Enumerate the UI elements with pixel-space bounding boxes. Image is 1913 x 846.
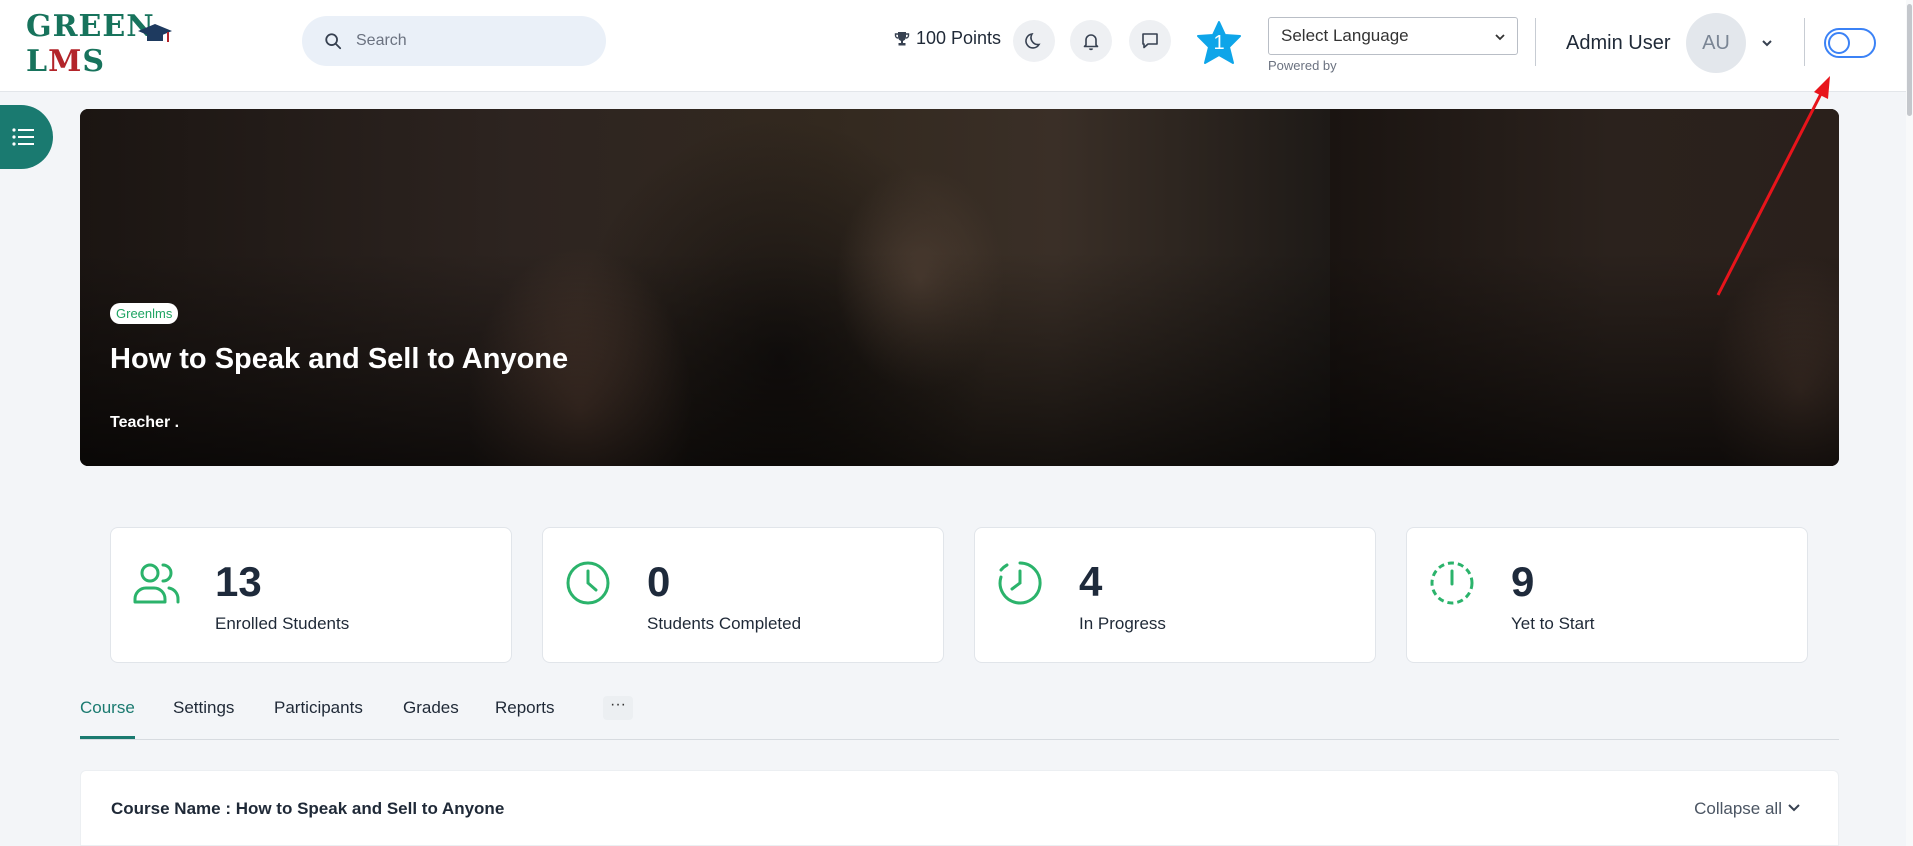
- graduation-cap-icon: [138, 24, 172, 42]
- tab-course[interactable]: Course: [80, 698, 135, 739]
- search-icon: [325, 33, 342, 50]
- stat-card-in-progress: 4 In Progress: [974, 527, 1376, 663]
- star-count: 1: [1213, 32, 1225, 54]
- annotation-arrow: [1716, 76, 1830, 296]
- course-title: How to Speak and Sell to Anyone: [110, 343, 569, 375]
- stat-label: In Progress: [1079, 614, 1166, 633]
- divider: [1804, 18, 1805, 66]
- stat-label: Yet to Start: [1511, 614, 1595, 633]
- search-input[interactable]: [356, 32, 576, 50]
- messages-button[interactable]: [1129, 20, 1171, 62]
- logo[interactable]: GREEN LMS: [26, 9, 196, 79]
- stat-value: 9: [1511, 558, 1535, 605]
- trophy-icon: [894, 31, 910, 45]
- stat-card-completed: 0 Students Completed: [542, 527, 944, 663]
- moon-icon: [1025, 32, 1041, 49]
- clock-progress-icon: [998, 561, 1042, 605]
- tab-settings[interactable]: Settings: [173, 698, 234, 736]
- search-box[interactable]: [302, 16, 606, 66]
- sidebar-toggle-button[interactable]: [0, 105, 53, 169]
- language-select[interactable]: Select Language: [1268, 17, 1518, 55]
- powered-by-text: Powered by: [1268, 58, 1337, 73]
- stat-value: 13: [215, 558, 262, 605]
- points-display[interactable]: 100 Points: [894, 28, 1001, 49]
- language-select-value: Select Language: [1281, 26, 1409, 45]
- list-icon: [11, 128, 34, 146]
- chevron-down-icon: [1495, 34, 1505, 41]
- top-header: GREEN LMS 100 Points 1 Select Language P…: [0, 0, 1913, 92]
- collapse-all-button[interactable]: Collapse all: [1694, 799, 1782, 819]
- tab-reports[interactable]: Reports: [495, 698, 555, 736]
- clock-icon: [566, 561, 610, 605]
- scrollbar-thumb[interactable]: [1907, 4, 1912, 116]
- more-tabs-button[interactable]: ···: [603, 696, 633, 720]
- course-content-panel: Course Name : How to Speak and Sell to A…: [80, 770, 1839, 846]
- points-label: 100 Points: [916, 28, 1002, 48]
- tab-participants[interactable]: Participants: [274, 698, 363, 736]
- avatar[interactable]: AU: [1686, 13, 1746, 73]
- logo-text: GREEN LMS: [26, 9, 155, 79]
- chat-icon: [1142, 33, 1158, 49]
- tab-grades[interactable]: Grades: [403, 698, 459, 736]
- user-menu-chevron-icon[interactable]: [1760, 36, 1774, 50]
- stat-value: 0: [647, 558, 671, 605]
- stat-card-yet-to-start: 9 Yet to Start: [1406, 527, 1808, 663]
- stat-value: 4: [1079, 558, 1103, 605]
- stat-label: Students Completed: [647, 614, 802, 633]
- chevron-down-icon[interactable]: [1786, 799, 1802, 815]
- teacher-label: Teacher .: [110, 414, 180, 431]
- user-name[interactable]: Admin User: [1566, 32, 1670, 55]
- course-name-heading: Course Name : How to Speak and Sell to A…: [111, 799, 505, 818]
- category-tag: Greenlms: [110, 303, 179, 324]
- clock-dashed-icon: [1430, 561, 1474, 605]
- dark-mode-button[interactable]: [1013, 20, 1055, 62]
- stat-card-enrolled: 13 Enrolled Students: [110, 527, 512, 663]
- mode-toggle-switch[interactable]: [1824, 28, 1876, 58]
- course-banner: Greenlms How to Speak and Sell to Anyone…: [80, 109, 1839, 466]
- star-badge[interactable]: 1: [1196, 20, 1242, 66]
- bell-icon: [1083, 34, 1099, 51]
- page-scrollbar[interactable]: [1906, 0, 1913, 846]
- banner-overlay: [80, 109, 1839, 466]
- toggle-knob: [1828, 32, 1850, 54]
- stat-label: Enrolled Students: [215, 614, 350, 633]
- course-tabs: Course Settings Participants Grades Repo…: [80, 688, 1839, 740]
- divider: [1535, 18, 1536, 66]
- users-icon: [133, 563, 180, 604]
- notifications-button[interactable]: [1070, 20, 1112, 62]
